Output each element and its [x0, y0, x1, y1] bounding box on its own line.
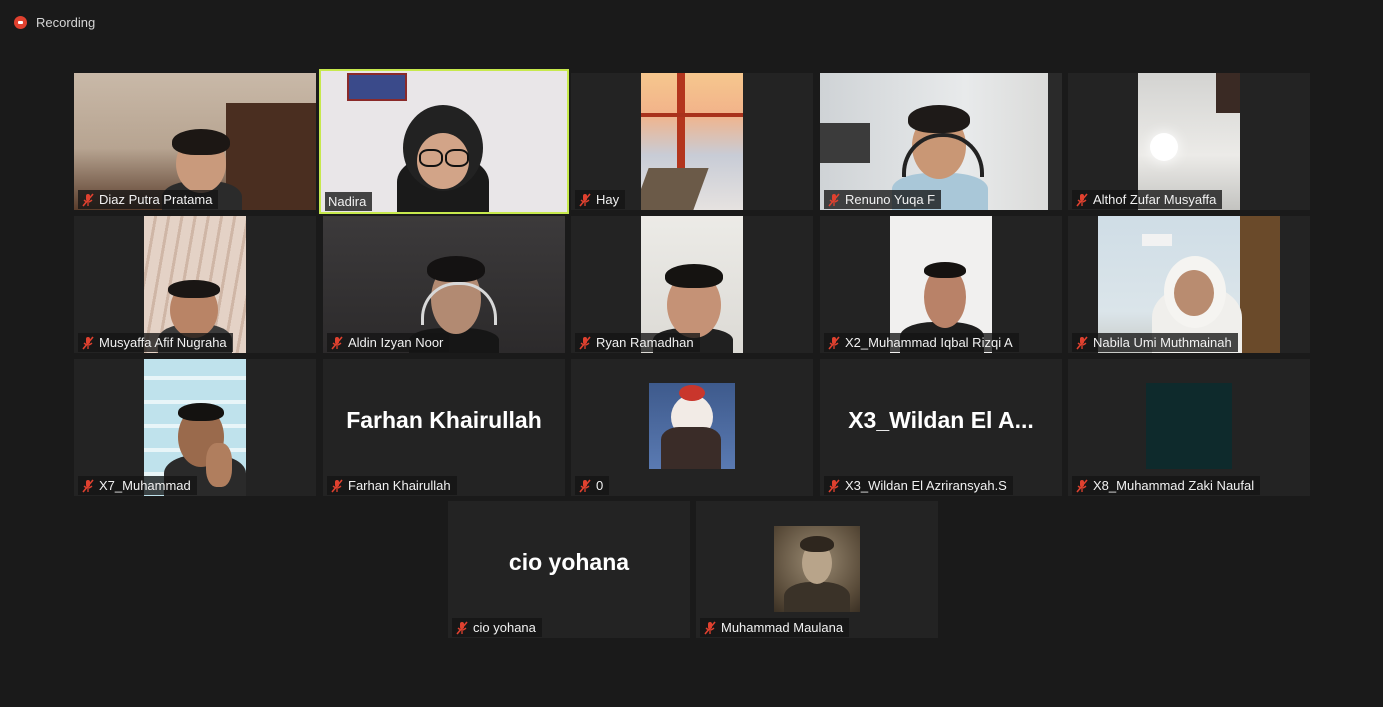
muted-mic-icon: [579, 192, 591, 207]
participant-name-label: Nadira: [325, 192, 373, 211]
participant-name-label: X8_Muhammad Zaki Naufal: [1072, 476, 1261, 495]
muted-mic-icon: [82, 335, 94, 350]
participant-tile-ryan[interactable]: Ryan Ramadhan: [571, 216, 813, 353]
muted-mic-icon: [82, 478, 94, 493]
record-icon: [14, 15, 27, 29]
participant-tile-nabila[interactable]: Nabila Umi Muthmainah: [1068, 216, 1310, 353]
participant-video: [641, 73, 743, 210]
muted-mic-icon: [828, 478, 840, 493]
participant-tile-cio[interactable]: cio yohana cio yohana: [448, 501, 690, 638]
participant-name-label: X3_Wildan El Azriransyah.S: [824, 476, 1013, 495]
recording-indicator[interactable]: Recording: [14, 12, 95, 32]
participant-display-name: cio yohana: [508, 549, 630, 575]
participant-tile-farhan[interactable]: Farhan Khairullah Farhan Khairullah: [323, 359, 565, 496]
participant-name-label: Diaz Putra Pratama: [78, 190, 219, 209]
participant-tile-x2-iqbal[interactable]: X2_Muhammad Iqbal Rizqi A: [820, 216, 1062, 353]
participant-name-label: cio yohana: [452, 618, 542, 637]
profile-picture: [649, 383, 735, 469]
participant-tile-musyaffa[interactable]: Musyaffa Afif Nugraha: [74, 216, 316, 353]
muted-mic-icon: [579, 335, 591, 350]
participant-name-label: Aldin Izyan Noor: [327, 333, 450, 352]
muted-mic-icon: [82, 192, 94, 207]
participant-name-label: Althof Zufar Musyaffa: [1072, 190, 1223, 209]
participant-display-name: Farhan Khairullah: [346, 407, 542, 433]
participant-name-label: Hay: [575, 190, 626, 209]
participant-tile-maulana[interactable]: Muhammad Maulana: [696, 501, 938, 638]
participant-name-label: Muhammad Maulana: [700, 618, 850, 637]
recording-label: Recording: [36, 14, 96, 30]
participant-tile-nadira[interactable]: Nadira: [319, 69, 569, 214]
muted-mic-icon: [1076, 478, 1088, 493]
muted-mic-icon: [456, 620, 468, 635]
muted-mic-icon: [331, 478, 343, 493]
participant-name-label: Farhan Khairullah: [327, 476, 457, 495]
participant-tile-x3-wildan[interactable]: X3_Wildan El A... X3_Wildan El Azriransy…: [820, 359, 1062, 496]
muted-mic-icon: [704, 620, 716, 635]
participant-name-label: X7_Muhammad: [78, 476, 197, 495]
participant-name-label: X2_Muhammad Iqbal Rizqi A: [824, 333, 1019, 352]
participant-name-label: Ryan Ramadhan: [575, 333, 700, 352]
participant-video: [321, 71, 567, 212]
muted-mic-icon: [579, 478, 591, 493]
muted-mic-icon: [828, 335, 840, 350]
participant-tile-0[interactable]: 0: [571, 359, 813, 496]
participant-display-name: X3_Wildan El A...: [848, 407, 1034, 433]
participant-name-label: Renuno Yuqa F: [824, 190, 942, 209]
participant-tile-aldin[interactable]: Aldin Izyan Noor: [323, 216, 565, 353]
muted-mic-icon: [1076, 192, 1088, 207]
muted-mic-icon: [1076, 335, 1088, 350]
participant-name-label: Nabila Umi Muthmainah: [1072, 333, 1238, 352]
profile-picture: [774, 526, 860, 612]
participant-tile-renuno[interactable]: Renuno Yuqa F: [820, 73, 1062, 210]
participant-name-label: 0: [575, 476, 610, 495]
participant-tile-x8-zaki[interactable]: X8_Muhammad Zaki Naufal: [1068, 359, 1310, 496]
participant-tile-x7-muhammad[interactable]: X7_Muhammad: [74, 359, 316, 496]
participant-name-label: Musyaffa Afif Nugraha: [78, 333, 233, 352]
participant-tile-hay[interactable]: Hay: [571, 73, 813, 210]
participant-tile-diaz[interactable]: Diaz Putra Pratama: [74, 73, 316, 210]
profile-picture: [1146, 383, 1232, 469]
participant-tile-althof[interactable]: Althof Zufar Musyaffa: [1068, 73, 1310, 210]
muted-mic-icon: [331, 335, 343, 350]
muted-mic-icon: [828, 192, 840, 207]
